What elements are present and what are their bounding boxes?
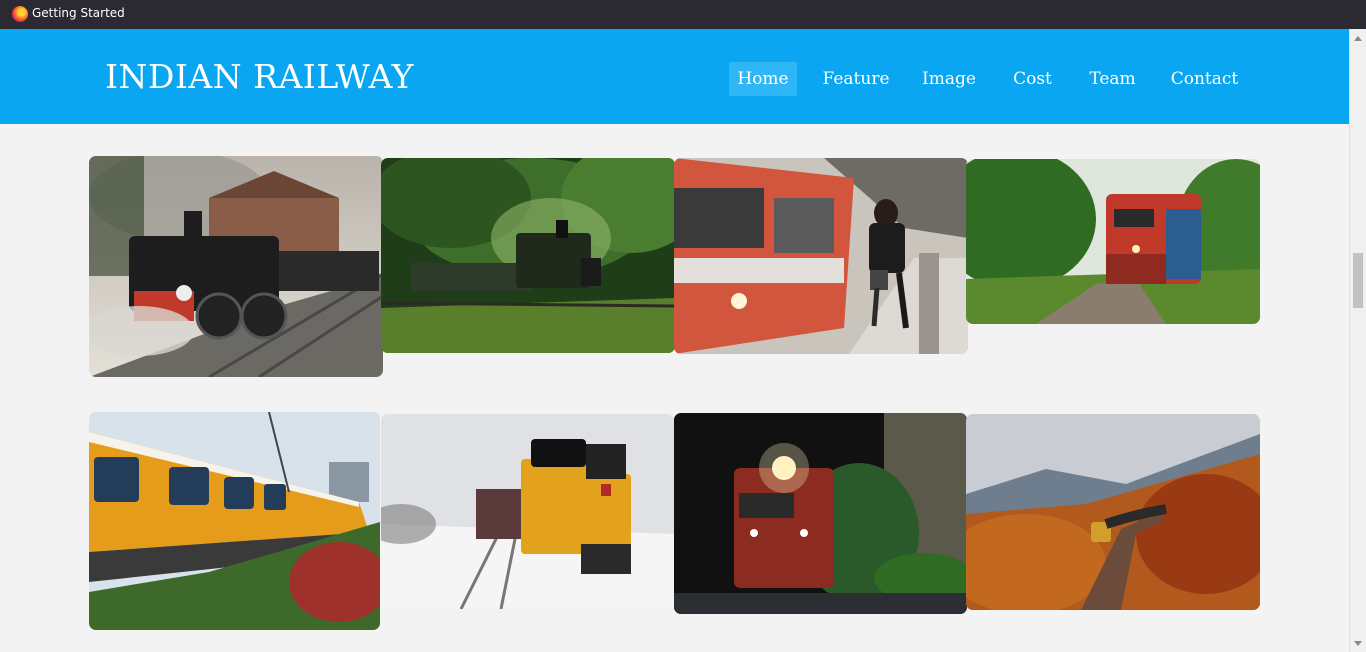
site-navbar: INDIAN RAILWAY Home Feature Image Cost T…: [0, 29, 1350, 124]
scroll-up-arrow-icon[interactable]: [1354, 36, 1362, 41]
site-brand[interactable]: INDIAN RAILWAY: [105, 57, 414, 96]
snow-freight-locomotive-photo[interactable]: [381, 414, 674, 609]
steam-train-forest-photo[interactable]: [381, 158, 675, 353]
nav-feature[interactable]: Feature: [819, 62, 893, 96]
nav-image[interactable]: Image: [917, 62, 981, 96]
train-tunnel-photo[interactable]: [674, 413, 967, 614]
nav-cost[interactable]: Cost: [1007, 62, 1058, 96]
autumn-bridge-train-photo[interactable]: [966, 414, 1260, 610]
vertical-scrollbar[interactable]: [1349, 29, 1366, 652]
nav-contact[interactable]: Contact: [1167, 62, 1242, 96]
couple-platform-train-photo[interactable]: [674, 158, 968, 354]
nav-team[interactable]: Team: [1084, 62, 1141, 96]
tejas-express-coach-photo[interactable]: [89, 412, 380, 630]
window-title: Getting Started: [32, 6, 125, 20]
red-diesel-locomotive-photo[interactable]: [966, 159, 1260, 324]
steam-locomotive-station-photo[interactable]: [89, 156, 383, 377]
scrollbar-thumb[interactable]: [1353, 253, 1363, 308]
scroll-down-arrow-icon[interactable]: [1354, 641, 1362, 646]
firefox-icon: [12, 6, 28, 22]
browser-titlebar: Getting Started: [0, 0, 1366, 29]
nav-home[interactable]: Home: [729, 62, 797, 96]
